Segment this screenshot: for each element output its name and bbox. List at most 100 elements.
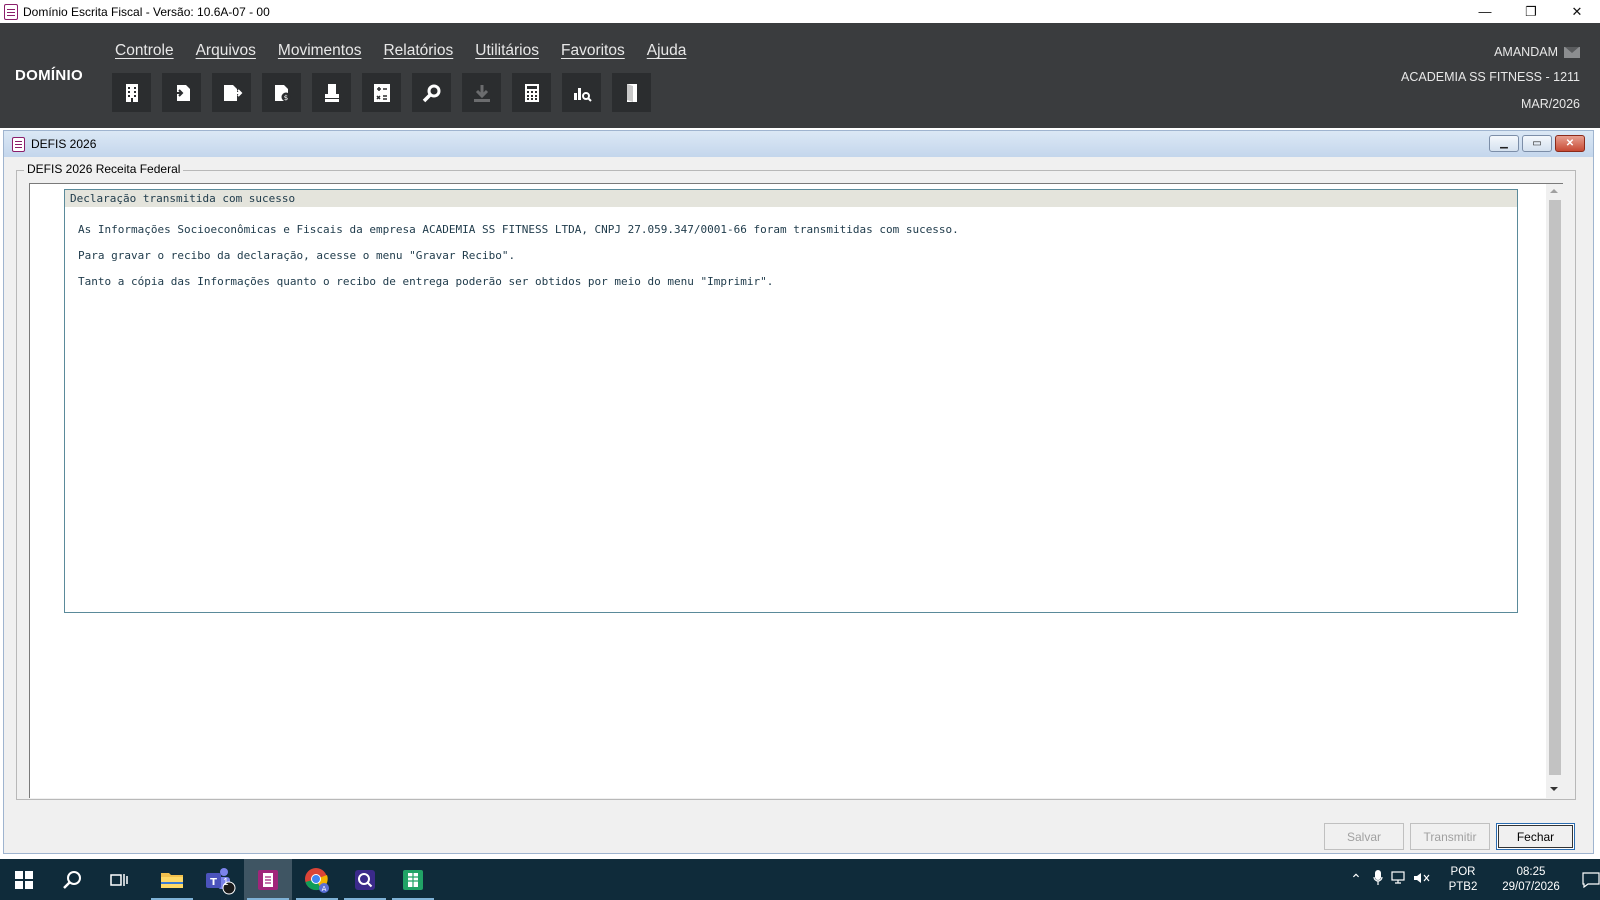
svg-text:T: T (210, 877, 217, 888)
teams-badge: 1 (223, 877, 229, 888)
calculator-icon (524, 83, 539, 102)
download-icon (473, 84, 490, 102)
content-area: Declaração transmitida com sucesso As In… (29, 183, 1563, 798)
svg-text:$: $ (283, 94, 287, 102)
folder-icon (161, 872, 183, 888)
export-icon (223, 84, 242, 101)
toolbar-exit-button[interactable] (612, 73, 651, 112)
company-name[interactable]: ACADEMIA SS FITNESS - 1211 (1401, 70, 1580, 88)
printer-icon (324, 83, 339, 102)
app-document-icon (4, 3, 18, 20)
toolbar-calculator-list-button[interactable] (362, 73, 401, 112)
menu-movimentos[interactable]: Movimentos (278, 42, 362, 60)
scroll-thumb[interactable] (1549, 200, 1561, 775)
dominio-app-icon (258, 869, 278, 890)
clock[interactable]: 08:25 29/07/2026 (1491, 865, 1571, 895)
brand-logo: DOMÍNIO (15, 67, 83, 84)
child-close-button[interactable]: ✕ (1555, 135, 1585, 152)
menu-utilitarios[interactable]: Utilitários (475, 42, 539, 60)
toolbar-search-button[interactable] (412, 73, 451, 112)
taskbar-search-icon (63, 870, 81, 889)
language-indicator[interactable]: POR PTB2 (1441, 865, 1485, 895)
main-menu: Controle Arquivos Movimentos Relatórios … (115, 42, 708, 60)
vertical-scrollbar[interactable] (1546, 184, 1563, 798)
groupbox-label: DEFIS 2026 Receita Federal (24, 162, 184, 176)
save-button[interactable]: Salvar (1324, 823, 1404, 850)
microphone-icon[interactable] (1367, 870, 1389, 889)
message-line-2: Para gravar o recibo da declaração, aces… (78, 249, 516, 262)
child-maximize-button[interactable]: ▭ (1522, 135, 1552, 152)
toolbar-export-button[interactable] (212, 73, 251, 112)
keyboard-layout: PTB2 (1448, 880, 1478, 893)
window-titlebar: Domínio Escrita Fiscal - Versão: 10.6A-0… (0, 0, 1600, 23)
import-icon (173, 84, 190, 101)
start-button[interactable] (0, 859, 48, 900)
user-name[interactable]: AMANDAM (1494, 45, 1558, 59)
transmit-button[interactable]: Transmitir (1410, 823, 1490, 850)
network-icon[interactable] (1389, 871, 1411, 888)
menu-controle[interactable]: Controle (115, 42, 174, 60)
toolbar-building-button[interactable] (112, 73, 151, 112)
mail-icon[interactable] (1564, 46, 1580, 58)
windows-icon (15, 870, 33, 889)
task-view-icon (110, 873, 128, 886)
clock-time: 08:25 (1516, 865, 1546, 878)
teams-button[interactable]: T 1 (196, 859, 244, 900)
search-button[interactable] (48, 859, 96, 900)
search-app-button[interactable] (341, 859, 389, 900)
toolbar: $ (112, 73, 662, 112)
file-explorer-button[interactable] (148, 859, 196, 900)
building-icon (125, 83, 138, 102)
document-icon (12, 136, 25, 152)
dominio-app-button[interactable] (244, 859, 292, 900)
spreadsheet-icon (403, 869, 423, 890)
user-info: AMANDAM ACADEMIA SS FITNESS - 1211 MAR/2… (1401, 43, 1580, 115)
calculator-list-icon (373, 83, 390, 102)
spreadsheet-app-button[interactable] (389, 859, 437, 900)
minimize-button[interactable]: — (1462, 0, 1508, 23)
tray-chevron-icon[interactable]: ⌃ (1345, 871, 1367, 888)
system-tray: ⌃ POR PTB2 08:25 29/07/2026 (1345, 859, 1600, 900)
language-code: POR (1450, 865, 1476, 878)
notifications-icon[interactable] (1571, 871, 1600, 888)
chrome-icon: A (305, 867, 329, 893)
window-title: Domínio Escrita Fiscal - Versão: 10.6A-0… (23, 4, 270, 19)
toolbar-printer-button[interactable] (312, 73, 351, 112)
message-box: Declaração transmitida com sucesso As In… (64, 189, 1518, 613)
chart-search-icon (573, 87, 592, 102)
teams-icon: T (206, 867, 236, 894)
close-button[interactable]: ✕ (1554, 0, 1600, 23)
child-minimize-button[interactable]: ▁ (1489, 135, 1519, 152)
document-money-icon: $ (274, 84, 290, 102)
chrome-button[interactable]: A (293, 859, 341, 900)
task-view-button[interactable] (96, 859, 144, 900)
toolbar-download-button[interactable] (462, 73, 501, 112)
period-label[interactable]: MAR/2026 (1401, 97, 1580, 115)
clock-date: 29/07/2026 (1502, 880, 1560, 893)
defis-window: DEFIS 2026 ▁ ▭ ✕ DEFIS 2026 Receita Fede… (3, 130, 1594, 854)
defis-titlebar: DEFIS 2026 ▁ ▭ ✕ (4, 131, 1593, 157)
message-heading: Declaração transmitida com sucesso (65, 190, 1517, 207)
restore-button[interactable]: ❐ (1508, 0, 1554, 23)
toolbar-chart-search-button[interactable] (562, 73, 601, 112)
message-line-1: As Informações Socioeconômicas e Fiscais… (78, 223, 959, 236)
taskbar: T 1 A ⌃ POR PTB2 08:25 29/07/2026 (0, 859, 1600, 900)
toolbar-import-button[interactable] (162, 73, 201, 112)
search-icon (422, 84, 440, 102)
close-dialog-button[interactable]: Fechar (1496, 823, 1575, 850)
scroll-up-arrow[interactable] (1550, 189, 1558, 193)
svg-text:A: A (322, 885, 327, 893)
menu-relatorios[interactable]: Relatórios (383, 42, 453, 60)
defis-window-title: DEFIS 2026 (31, 137, 97, 151)
menu-favoritos[interactable]: Favoritos (561, 42, 625, 60)
menu-arquivos[interactable]: Arquivos (196, 42, 256, 60)
toolbar-calculator-button[interactable] (512, 73, 551, 112)
message-line-3: Tanto a cópia das Informações quanto o r… (78, 275, 774, 288)
scroll-down-arrow[interactable] (1550, 787, 1558, 791)
magnifier-app-icon (355, 869, 375, 890)
app-header: DOMÍNIO Controle Arquivos Movimentos Rel… (0, 23, 1600, 128)
toolbar-document-money-button[interactable]: $ (262, 73, 301, 112)
volume-muted-icon[interactable] (1411, 871, 1433, 888)
menu-ajuda[interactable]: Ajuda (647, 42, 687, 60)
exit-door-icon (626, 83, 637, 102)
